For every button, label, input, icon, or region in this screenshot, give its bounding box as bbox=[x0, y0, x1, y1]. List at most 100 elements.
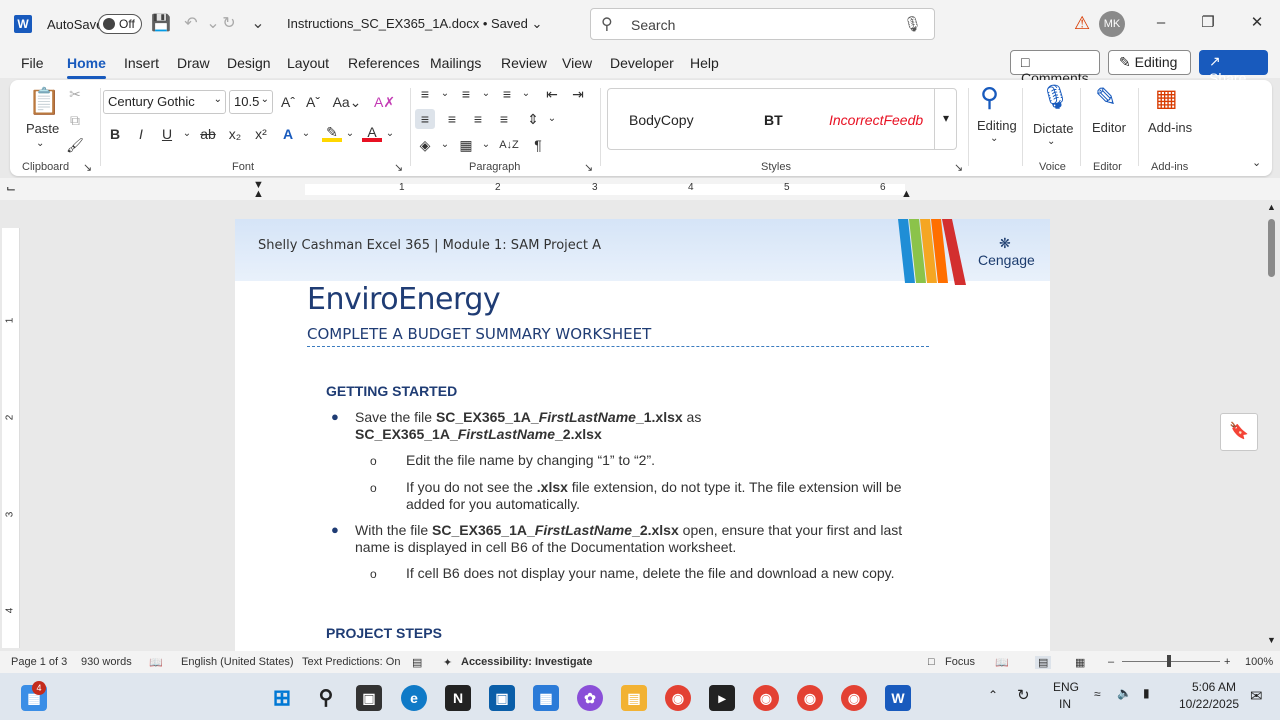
line-spacing-icon[interactable]: ⇕ bbox=[523, 109, 543, 129]
minimize-icon[interactable]: – bbox=[1151, 13, 1171, 33]
document-title[interactable]: Instructions_SC_EX365_1A.docx • Saved ⌄ bbox=[287, 16, 542, 32]
styles-launcher-icon[interactable]: ↘ bbox=[954, 161, 963, 174]
scroll-down-icon[interactable]: ▼ bbox=[1267, 635, 1276, 645]
align-right-icon[interactable]: ≡ bbox=[468, 109, 488, 129]
focus-icon[interactable]: □ bbox=[928, 656, 935, 668]
task-view-icon[interactable]: ▣ bbox=[356, 685, 382, 711]
addins-icon[interactable]: ▦ bbox=[1155, 84, 1178, 113]
multilevel-dropdown-icon[interactable]: ⌄ bbox=[516, 84, 536, 104]
vertical-scrollbar[interactable]: ▲ ▼ bbox=[1264, 202, 1278, 647]
align-left-icon[interactable]: ≡ bbox=[415, 109, 435, 129]
language-region[interactable]: IN bbox=[1059, 697, 1071, 711]
shading-icon[interactable]: ◈ bbox=[415, 135, 435, 155]
highlight-icon[interactable]: ✎ bbox=[322, 124, 342, 142]
sticky-icon[interactable]: ▣ bbox=[489, 685, 515, 711]
font-name-combo[interactable]: Century Gothic ⌄ bbox=[103, 90, 226, 114]
word-taskbar-icon[interactable]: W bbox=[885, 685, 911, 711]
editing-dropdown-icon[interactable]: ⌄ bbox=[990, 133, 998, 144]
search-icon[interactable]: ⚲ bbox=[313, 685, 339, 711]
chrome-profile-icon[interactable]: ◉ bbox=[797, 685, 823, 711]
zoom-in-icon[interactable]: + bbox=[1224, 656, 1230, 668]
styles-more-icon[interactable]: ▾ bbox=[934, 89, 957, 149]
edge-icon[interactable]: e bbox=[401, 685, 427, 711]
zoom-slider[interactable] bbox=[1122, 661, 1220, 662]
paste-label[interactable]: Paste bbox=[26, 121, 59, 136]
read-mode-icon[interactable]: 📖 bbox=[995, 656, 1009, 669]
editing-mode-button[interactable]: ✎ Editing bbox=[1108, 50, 1191, 75]
tab-home[interactable]: Home bbox=[67, 55, 106, 79]
collapse-ribbon-icon[interactable]: ⌄ bbox=[1252, 156, 1261, 169]
subscript-icon[interactable]: x₂ bbox=[225, 124, 245, 144]
line-spacing-dropdown-icon[interactable]: ⌄ bbox=[542, 109, 562, 129]
bullets-dropdown-icon[interactable]: ⌄ bbox=[435, 84, 455, 104]
show-hidden-icons[interactable]: ⌃ bbox=[988, 688, 998, 702]
format-painter-icon[interactable]: 🖌 bbox=[65, 135, 85, 155]
text-predictions-status[interactable]: Text Predictions: On bbox=[302, 656, 400, 668]
chrome-profile-icon[interactable]: ◉ bbox=[841, 685, 867, 711]
comments-button[interactable]: □ Comments bbox=[1010, 50, 1100, 86]
share-button[interactable]: ↗ Share bbox=[1199, 50, 1268, 86]
font-launcher-icon[interactable]: ↘ bbox=[394, 161, 403, 174]
start-icon[interactable]: ⊞ bbox=[269, 685, 295, 711]
horizontal-ruler[interactable]: ⌙ ▼ ▲ ▲ 1 2 3 4 5 6 bbox=[0, 178, 1280, 200]
highlight-dropdown-icon[interactable]: ⌄ bbox=[340, 124, 360, 144]
search-box[interactable]: ⚲ Search 🎙 bbox=[590, 8, 935, 40]
paragraph-launcher-icon[interactable]: ↘ bbox=[584, 161, 593, 174]
proofing-icon[interactable]: 📖 bbox=[149, 656, 163, 669]
editor-icon[interactable]: ✎ bbox=[1095, 82, 1117, 113]
notification-icon[interactable]: ✉ bbox=[1250, 687, 1263, 705]
autosave-toggle[interactable]: Off bbox=[98, 14, 142, 34]
language-indicator[interactable]: ENG bbox=[1053, 680, 1079, 694]
clock-date[interactable]: 10/22/2025 bbox=[1179, 697, 1239, 711]
text-effects-icon[interactable]: A bbox=[278, 124, 298, 144]
focus-button[interactable]: Focus bbox=[945, 656, 975, 668]
close-icon[interactable]: ✕ bbox=[1247, 13, 1267, 33]
numbering-dropdown-icon[interactable]: ⌄ bbox=[476, 84, 496, 104]
strikethrough-icon[interactable]: ab bbox=[198, 124, 218, 144]
find-icon[interactable]: ⚲ bbox=[980, 82, 999, 113]
cut-icon[interactable]: ✂ bbox=[65, 84, 85, 104]
document-page[interactable]: Shelly Cashman Excel 365 | Module 1: SAM… bbox=[235, 219, 1050, 651]
style-bt[interactable]: BT bbox=[764, 112, 783, 128]
justify-icon[interactable]: ≡ bbox=[494, 109, 514, 129]
battery-icon[interactable]: ▮ bbox=[1143, 686, 1150, 700]
font-size-combo[interactable]: 10.5 ⌄ bbox=[229, 90, 273, 114]
accessibility-icon[interactable]: ✦ bbox=[443, 656, 452, 669]
clear-formatting-icon[interactable]: A✗ bbox=[374, 92, 395, 112]
tab-file[interactable]: File bbox=[21, 55, 44, 71]
shading-dropdown-icon[interactable]: ⌄ bbox=[435, 135, 455, 155]
editing-group-label[interactable]: Editing bbox=[977, 118, 1017, 133]
align-center-icon[interactable]: ≡ bbox=[442, 109, 462, 129]
show-formatting-icon[interactable]: ¶ bbox=[528, 135, 548, 155]
macro-icon[interactable]: ▤ bbox=[412, 656, 422, 669]
store-icon[interactable]: ▦ bbox=[533, 685, 559, 711]
underline-dropdown-icon[interactable]: ⌄ bbox=[177, 124, 197, 144]
bullets-icon[interactable]: ≡ bbox=[415, 84, 435, 104]
restore-icon[interactable]: ❐ bbox=[1198, 13, 1218, 33]
right-indent-marker[interactable]: ▲ bbox=[901, 188, 912, 200]
volume-icon[interactable]: 🔈 bbox=[1117, 686, 1132, 700]
dictate-icon[interactable]: 🎙 bbox=[1040, 83, 1070, 112]
increase-indent-icon[interactable]: ⇥ bbox=[568, 84, 588, 104]
tab-references[interactable]: References bbox=[348, 55, 420, 71]
undo-icon[interactable]: ↶ bbox=[181, 14, 201, 34]
superscript-icon[interactable]: x² bbox=[251, 124, 271, 144]
file-explorer-icon[interactable]: ▤ bbox=[621, 685, 647, 711]
tab-draw[interactable]: Draw bbox=[177, 55, 210, 71]
redo-icon[interactable]: ↻ bbox=[219, 14, 239, 34]
accessibility-status[interactable]: Accessibility: Investigate bbox=[461, 656, 592, 668]
microphone-icon[interactable]: 🎙 bbox=[903, 15, 922, 33]
multilevel-list-icon[interactable]: ≡ bbox=[497, 84, 517, 104]
warning-icon[interactable]: ⚠ bbox=[1074, 13, 1090, 34]
style-incorrectfeedback[interactable]: IncorrectFeedb bbox=[829, 112, 929, 128]
zoom-slider-thumb[interactable] bbox=[1167, 655, 1171, 667]
tab-developer[interactable]: Developer bbox=[610, 55, 674, 71]
scroll-up-icon[interactable]: ▲ bbox=[1267, 202, 1276, 212]
language-status[interactable]: English (United States) bbox=[181, 656, 294, 668]
italic-icon[interactable]: I bbox=[131, 124, 151, 144]
addins-label[interactable]: Add-ins bbox=[1148, 120, 1192, 135]
font-color-dropdown-icon[interactable]: ⌄ bbox=[380, 124, 400, 144]
customize-qat-icon[interactable]: ⌄ bbox=[248, 14, 268, 34]
tab-help[interactable]: Help bbox=[690, 55, 719, 71]
chrome-icon[interactable]: ◉ bbox=[665, 685, 691, 711]
